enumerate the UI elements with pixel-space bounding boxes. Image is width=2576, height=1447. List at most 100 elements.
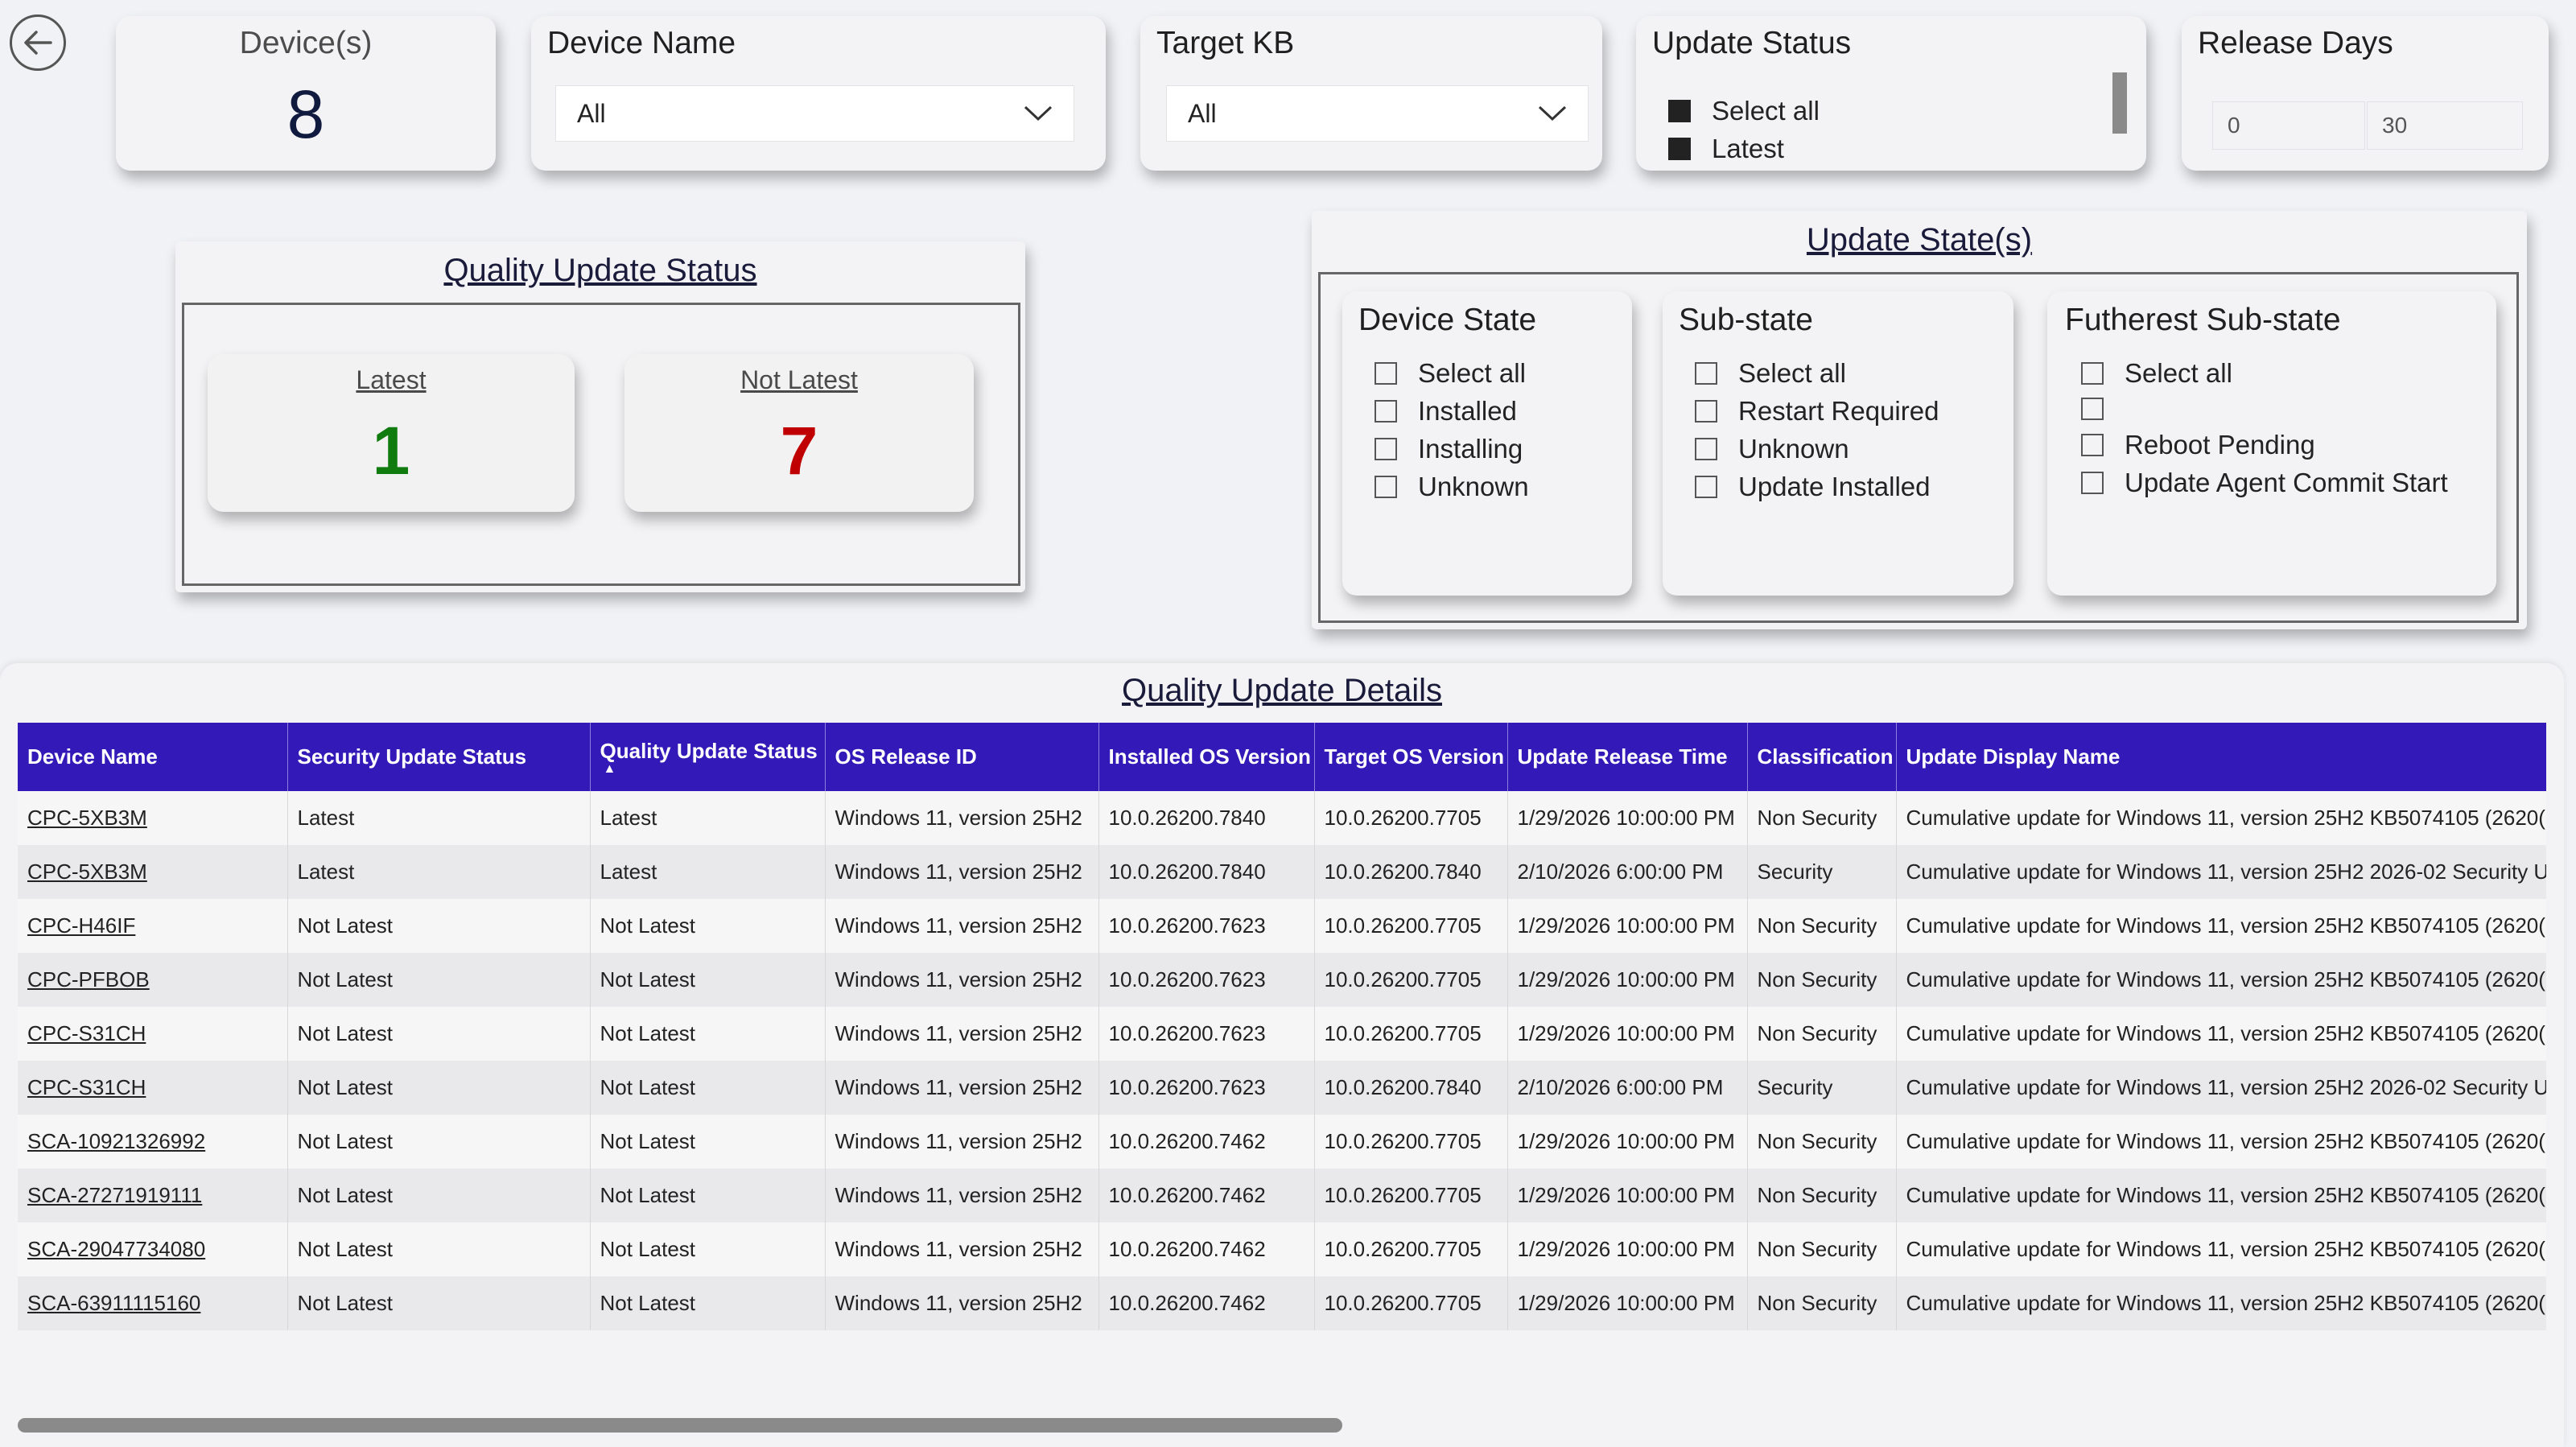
- table-cell: 10.0.26200.7623: [1098, 953, 1315, 1007]
- checkbox[interactable]: [1668, 99, 1691, 122]
- update-status-item-select-all[interactable]: Select all: [1668, 92, 2087, 130]
- table-row[interactable]: CPC-PFBOB Not Latest Not Latest Windows 11,…: [18, 953, 2546, 1007]
- table-row[interactable]: CPC-S31CH Not Latest Not Latest Windows 11,…: [18, 1061, 2546, 1115]
- table-row[interactable]: SCA-63911115160 Not Latest Not Latest Windo…: [18, 1276, 2546, 1330]
- checkbox[interactable]: [1375, 361, 1397, 385]
- release-days-slicer: Release Days 0 30: [2182, 16, 2549, 171]
- sub-state-item[interactable]: Update Installed: [1695, 468, 1939, 505]
- furthest-sub-state-title: Futherest Sub-state: [2065, 303, 2341, 337]
- table-cell: Windows 11, version 25H2: [825, 1115, 1099, 1169]
- column-header[interactable]: Update Release Time: [1507, 723, 1748, 791]
- table-cell: Latest: [287, 845, 591, 899]
- column-header[interactable]: Update Display Name: [1896, 723, 2546, 791]
- table-cell: 10.0.26200.7705: [1314, 1276, 1508, 1330]
- checkbox[interactable]: [1375, 437, 1397, 460]
- back-button[interactable]: [10, 14, 66, 71]
- checkbox[interactable]: [1375, 399, 1397, 423]
- not-latest-kpi-label[interactable]: Not Latest: [624, 365, 974, 395]
- checkbox[interactable]: [2081, 433, 2104, 456]
- device-name-link[interactable]: SCA-63911115160: [18, 1276, 288, 1330]
- column-header[interactable]: Security Update Status: [287, 723, 591, 791]
- device-name-link[interactable]: CPC-5XB3M: [18, 791, 288, 845]
- sub-state-item[interactable]: Unknown: [1695, 430, 1939, 468]
- device-state-item[interactable]: Installed: [1375, 392, 1529, 430]
- item-label: Reboot Pending: [2125, 429, 2315, 460]
- column-header-label: Device Name: [27, 744, 158, 769]
- item-label: Update Installed: [1738, 471, 1931, 501]
- update-status-scrollbar[interactable]: [2112, 72, 2127, 134]
- table-cell: Cumulative update for Windows 11, versio…: [1896, 1276, 2546, 1330]
- table-cell: Non Security: [1747, 1276, 1897, 1330]
- checkbox[interactable]: [1695, 399, 1717, 423]
- device-name-link[interactable]: SCA-27271919111: [18, 1169, 288, 1222]
- sub-state-item[interactable]: Select all: [1695, 354, 1939, 392]
- latest-kpi-card[interactable]: Latest 1: [208, 354, 575, 512]
- furthest-sub-state-item[interactable]: Select all: [2081, 354, 2448, 392]
- device-name-link[interactable]: CPC-H46IF: [18, 899, 288, 953]
- checkbox[interactable]: [1695, 475, 1717, 498]
- table-row[interactable]: SCA-10921326992 Not Latest Not Latest Windo…: [18, 1115, 2546, 1169]
- device-state-title: Device State: [1358, 303, 1537, 337]
- target-kb-dropdown[interactable]: All: [1166, 85, 1589, 142]
- checkbox[interactable]: [1695, 437, 1717, 460]
- update-status-item-label: Select all: [1712, 95, 1820, 126]
- quality-update-status-panel: Quality Update Status Latest 1 Not Lates…: [175, 241, 1025, 592]
- column-header[interactable]: Installed OS Version: [1098, 723, 1315, 791]
- latest-kpi-label[interactable]: Latest: [208, 365, 575, 395]
- checkbox[interactable]: [1695, 361, 1717, 385]
- horizontal-scrollbar[interactable]: [18, 1418, 1342, 1433]
- device-name-dropdown[interactable]: All: [555, 85, 1074, 142]
- table-cell: Non Security: [1747, 899, 1897, 953]
- table-cell: 10.0.26200.7705: [1314, 953, 1508, 1007]
- table-row[interactable]: SCA-27271919111 Not Latest Not Latest Windo…: [18, 1169, 2546, 1222]
- column-header-label: Update Release Time: [1517, 744, 1728, 769]
- table-cell: 10.0.26200.7705: [1314, 791, 1508, 845]
- target-kb-slicer: Target KB All: [1140, 16, 1602, 171]
- table-row[interactable]: CPC-5XB3M Latest Latest Windows 11, version…: [18, 791, 2546, 845]
- release-days-max-input[interactable]: 30: [2367, 101, 2523, 150]
- device-name-link[interactable]: CPC-5XB3M: [18, 845, 288, 899]
- checkbox[interactable]: [2081, 398, 2104, 420]
- latest-kpi-value: 1: [372, 413, 410, 489]
- not-latest-kpi-card[interactable]: Not Latest 7: [624, 354, 974, 512]
- table-row[interactable]: CPC-S31CH Not Latest Not Latest Windows 11,…: [18, 1007, 2546, 1061]
- column-header[interactable]: OS Release ID: [825, 723, 1099, 791]
- column-header[interactable]: Classification: [1747, 723, 1897, 791]
- update-status-item-latest[interactable]: Latest: [1668, 130, 2087, 167]
- checkbox[interactable]: [2081, 361, 2104, 385]
- column-header-label: OS Release ID: [835, 744, 977, 769]
- table-row[interactable]: SCA-29047734080 Not Latest Not Latest Windo…: [18, 1222, 2546, 1276]
- release-days-min-input[interactable]: 0: [2212, 101, 2365, 150]
- table-cell: Latest: [590, 791, 826, 845]
- checkbox[interactable]: [1668, 137, 1691, 160]
- table-cell: 10.0.26200.7623: [1098, 1061, 1315, 1115]
- column-header[interactable]: Device Name: [18, 723, 288, 791]
- table-row[interactable]: CPC-5XB3M Latest Latest Windows 11, version…: [18, 845, 2546, 899]
- table-row[interactable]: CPC-H46IF Not Latest Not Latest Windows 11,…: [18, 899, 2546, 953]
- table-cell: Non Security: [1747, 1222, 1897, 1276]
- sub-state-item[interactable]: Restart Required: [1695, 392, 1939, 430]
- device-state-item[interactable]: Installing: [1375, 430, 1529, 468]
- checkbox[interactable]: [1375, 475, 1397, 498]
- device-name-link[interactable]: SCA-10921326992: [18, 1115, 288, 1169]
- table-cell: 10.0.26200.7840: [1098, 845, 1315, 899]
- furthest-sub-state-item-blank[interactable]: [2081, 392, 2448, 426]
- table-cell: Not Latest: [590, 899, 826, 953]
- table-cell: 10.0.26200.7623: [1098, 899, 1315, 953]
- table-cell: Windows 11, version 25H2: [825, 953, 1099, 1007]
- device-name-link[interactable]: CPC-S31CH: [18, 1007, 288, 1061]
- device-name-link[interactable]: CPC-PFBOB: [18, 953, 288, 1007]
- table-cell: 1/29/2026 10:00:00 PM: [1507, 1222, 1748, 1276]
- table-cell: 10.0.26200.7705: [1314, 1007, 1508, 1061]
- device-state-item[interactable]: Unknown: [1375, 468, 1529, 505]
- furthest-sub-state-item[interactable]: Update Agent Commit Start: [2081, 464, 2448, 501]
- checkbox[interactable]: [2081, 471, 2104, 494]
- device-name-link[interactable]: CPC-S31CH: [18, 1061, 288, 1115]
- table-cell: Cumulative update for Windows 11, versio…: [1896, 1169, 2546, 1222]
- device-state-item[interactable]: Select all: [1375, 354, 1529, 392]
- table-cell: 1/29/2026 10:00:00 PM: [1507, 899, 1748, 953]
- column-header[interactable]: Quality Update Status ▲: [590, 723, 826, 791]
- furthest-sub-state-item[interactable]: Reboot Pending: [2081, 426, 2448, 464]
- column-header[interactable]: Target OS Version: [1314, 723, 1508, 791]
- device-name-link[interactable]: SCA-29047734080: [18, 1222, 288, 1276]
